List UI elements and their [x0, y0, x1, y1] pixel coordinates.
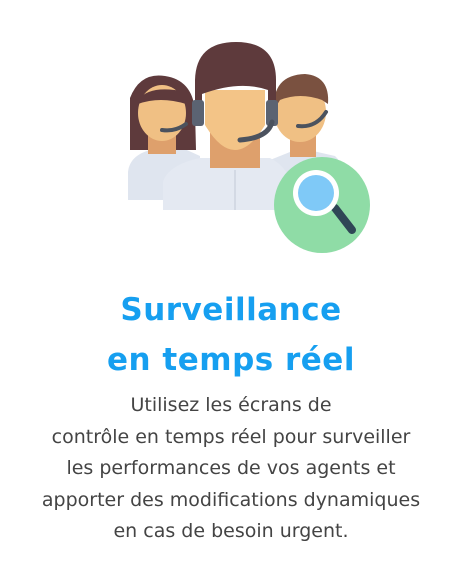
description-line: les performances de vos agents et — [66, 457, 396, 479]
description-line: Utilisez les écrans de — [130, 394, 332, 416]
description-line: apporter des modifications dynamiques — [41, 488, 421, 511]
feature-description: Utilisez les écrans de contrôle en temps… — [0, 390, 462, 548]
description-line: en cas de besoin urgent. — [113, 520, 349, 542]
feature-title-line-1: Surveillance — [120, 292, 342, 328]
call-center-agents-with-magnifier-icon — [128, 42, 370, 253]
magnifier-badge-icon — [274, 157, 370, 253]
description-line: contrôle en temps réel pour surveiller — [51, 425, 411, 448]
feature-title-line-2: en temps réel — [107, 342, 355, 378]
